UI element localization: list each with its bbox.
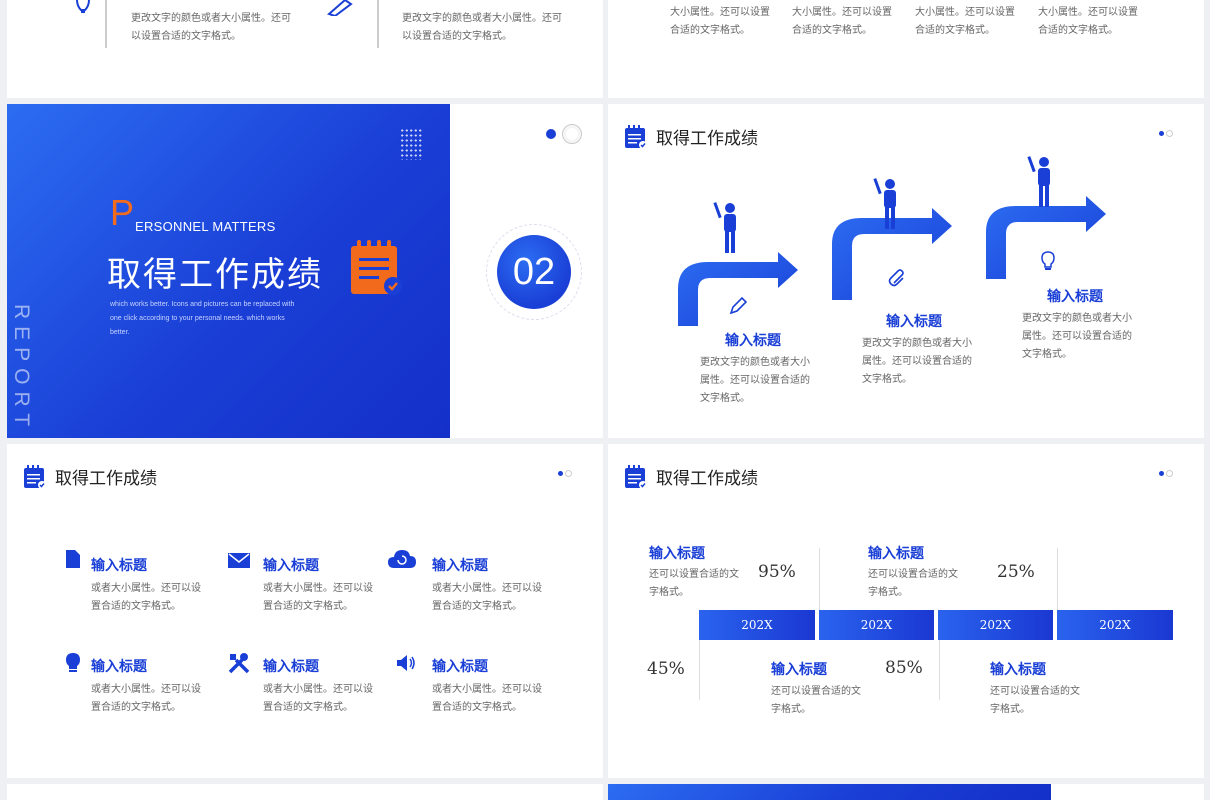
timeline-text: 还可以设置合适的文字格式。 — [771, 686, 861, 715]
speaker-icon — [397, 655, 415, 671]
cover-panel — [608, 784, 1051, 800]
section-number: 02 — [512, 250, 556, 293]
divider — [699, 640, 700, 700]
item-text: 或者大小属性。还可以设置合适的文字格式。 — [263, 684, 373, 713]
divider — [377, 0, 379, 48]
desc-text: 大小属性。还可以设置合适的文字格式。 — [792, 7, 892, 36]
item-text: 或者大小属性。还可以设置合适的文字格式。 — [91, 583, 201, 612]
item-heading: 输入标题 — [91, 659, 147, 675]
slide-title: 取得工作成绩 — [656, 129, 758, 149]
timeline-heading: 输入标题 — [990, 662, 1046, 678]
timeline-percent: 95% — [758, 562, 796, 582]
step-heading: 输入标题 — [725, 333, 781, 349]
paperclip-icon — [888, 269, 904, 287]
slide-header: 取得工作成绩 — [23, 464, 157, 489]
notepad-icon — [625, 124, 647, 149]
item-heading: 输入标题 — [263, 558, 319, 574]
tools-icon — [228, 653, 250, 674]
slide-title: 取得工作成绩 — [656, 469, 758, 489]
pagination-dots — [1159, 130, 1173, 137]
lightbulb-icon — [66, 653, 80, 672]
pencil-icon — [327, 0, 353, 16]
timeline-percent: 25% — [997, 562, 1035, 582]
document-icon — [66, 550, 80, 568]
slide-title: 取得工作成绩 — [55, 469, 157, 489]
dot-grid — [400, 128, 422, 160]
desc-text: 更改文字的颜色或者大小属性。还可以设置合适的文字格式。 — [131, 13, 291, 42]
item-heading: 输入标题 — [432, 558, 488, 574]
pagination-dots — [1159, 470, 1173, 477]
slide-timeline: 取得工作成绩 输入标题 还可以设置合适的文字格式。 95% 输入标题 还可以设置… — [608, 444, 1204, 778]
vertical-text: REPORT — [10, 304, 33, 434]
cover-panel: P ERSONNEL MATTERS 取得工作成绩 which works be… — [7, 104, 450, 438]
cover-letter: P — [110, 192, 135, 233]
year-bar: 202X — [819, 610, 934, 640]
desc-text: 大小属性。还可以设置合适的文字格式。 — [915, 7, 1015, 36]
item-heading: 输入标题 — [91, 558, 147, 574]
year-bar: 202X — [699, 610, 815, 640]
item-text: 或者大小属性。还可以设置合适的文字格式。 — [432, 684, 542, 713]
slide-header: 取得工作成绩 — [624, 464, 758, 489]
divider — [1057, 548, 1058, 612]
step-text: 更改文字的颜色或者大小属性。还可以设置合适的文字格式。 — [862, 338, 972, 385]
step-heading: 输入标题 — [886, 314, 942, 330]
slide-bottom-left — [7, 784, 603, 800]
slide-top-right: 大小属性。还可以设置合适的文字格式。 大小属性。还可以设置合适的文字格式。 大小… — [608, 0, 1204, 98]
lightbulb-icon — [76, 0, 90, 13]
item-heading: 输入标题 — [263, 659, 319, 675]
desc-text: 更改文字的颜色或者大小属性。还可以设置合适的文字格式。 — [402, 13, 562, 42]
slide-top-left: 更改文字的颜色或者大小属性。还可以设置合适的文字格式。 更改文字的颜色或者大小属… — [7, 0, 603, 98]
timeline-heading: 输入标题 — [771, 662, 827, 678]
notepad-icon — [351, 240, 402, 295]
mail-icon — [228, 553, 250, 568]
slide-section-cover: P ERSONNEL MATTERS 取得工作成绩 which works be… — [7, 104, 603, 438]
desc-text: 大小属性。还可以设置合适的文字格式。 — [1038, 7, 1138, 36]
step-text: 更改文字的颜色或者大小属性。还可以设置合适的文字格式。 — [700, 357, 810, 404]
timeline-heading: 输入标题 — [649, 546, 705, 562]
desc-text: 大小属性。还可以设置合适的文字格式。 — [670, 7, 770, 36]
step-heading: 输入标题 — [1047, 289, 1103, 305]
cover-title: 取得工作成绩 — [107, 255, 323, 295]
item-text: 或者大小属性。还可以设置合适的文字格式。 — [91, 684, 201, 713]
timeline-text: 还可以设置合适的文字格式。 — [649, 569, 739, 598]
notepad-icon — [24, 464, 46, 489]
year-bar: 202X — [1057, 610, 1173, 640]
step-text: 更改文字的颜色或者大小属性。还可以设置合适的文字格式。 — [1022, 313, 1132, 360]
cover-body: which works better. Icons and pictures c… — [110, 301, 295, 336]
slide-header: 取得工作成绩 — [624, 124, 758, 149]
section-number-badge: 02 — [486, 224, 582, 320]
pencil-icon — [729, 296, 748, 315]
timeline-text: 还可以设置合适的文字格式。 — [990, 686, 1080, 715]
slide-arrows: 取得工作成绩 输入标题 更改文字的颜色或者大小属性。还可以设置合适的文字格式。 … — [608, 104, 1204, 438]
slide-bottom-right — [608, 784, 1204, 800]
divider — [939, 640, 940, 700]
timeline-heading: 输入标题 — [868, 546, 924, 562]
item-text: 或者大小属性。还可以设置合适的文字格式。 — [263, 583, 373, 612]
timeline-percent: 85% — [885, 658, 923, 678]
cover-subtitle: ERSONNEL MATTERS — [135, 219, 276, 234]
item-heading: 输入标题 — [432, 659, 488, 675]
pagination-dots — [546, 124, 582, 144]
pagination-dots — [558, 470, 572, 477]
year-bar: 202X — [938, 610, 1053, 640]
slide-icon-grid: 取得工作成绩 输入标题 或者大小属性。还可以设置合适的文字格式。 输入标题 或者… — [7, 444, 603, 778]
timeline-text: 还可以设置合适的文字格式。 — [868, 569, 958, 598]
item-text: 或者大小属性。还可以设置合适的文字格式。 — [432, 583, 542, 612]
divider — [819, 548, 820, 612]
divider — [105, 0, 107, 48]
notepad-icon — [625, 464, 647, 489]
lightbulb-icon — [1041, 251, 1055, 270]
cloud-icon — [388, 550, 416, 568]
timeline-percent: 45% — [647, 659, 685, 679]
